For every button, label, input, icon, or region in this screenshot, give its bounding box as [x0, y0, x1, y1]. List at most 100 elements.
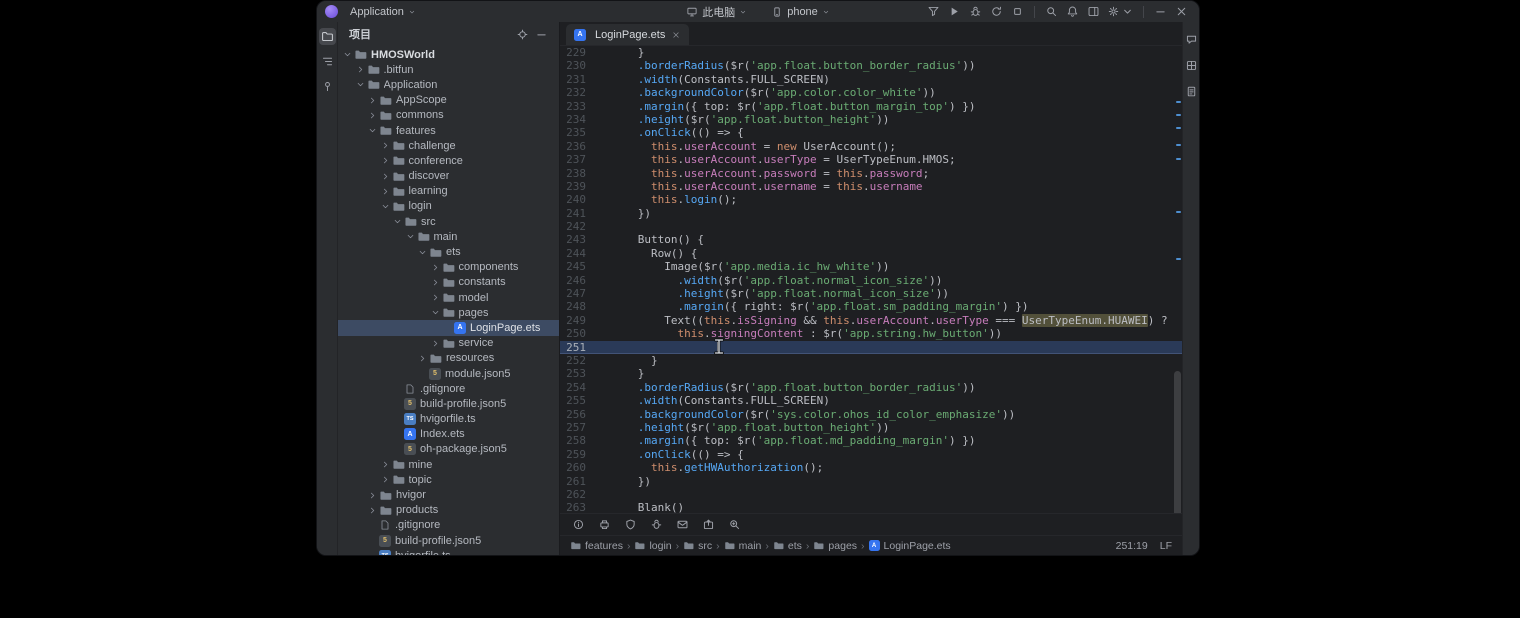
- tree-folder-hvigor[interactable]: hvigor: [338, 487, 559, 502]
- tree-folder-resources[interactable]: resources: [338, 351, 559, 366]
- code-line-247[interactable]: 247 .height($r('app.float.normal_icon_si…: [560, 287, 1182, 300]
- tree-file-build-profile-json5[interactable]: 5build-profile.json5: [338, 396, 559, 411]
- breadcrumb-file[interactable]: ALoginPage.ets: [869, 540, 951, 552]
- debug-button[interactable]: [966, 2, 985, 21]
- device-tool-button[interactable]: [1183, 57, 1200, 74]
- code-line-257[interactable]: 257 .height($r('app.float.button_height'…: [560, 421, 1182, 434]
- breadcrumb-src[interactable]: src: [683, 540, 712, 552]
- tree-chevron-icon[interactable]: [380, 138, 391, 153]
- line-number[interactable]: 233: [560, 100, 590, 113]
- export-button[interactable]: [699, 515, 718, 534]
- filter-button[interactable]: [924, 2, 943, 21]
- code-line-248[interactable]: 248 .margin({ right: $r('app.float.sm_pa…: [560, 300, 1182, 313]
- tree-folder-components[interactable]: components: [338, 260, 559, 275]
- tree-folder-pages[interactable]: pages: [338, 305, 559, 320]
- run-button[interactable]: [945, 2, 964, 21]
- tree-chevron-icon[interactable]: [367, 93, 378, 108]
- code-line-251[interactable]: 251: [560, 341, 1182, 354]
- restart-button[interactable]: [987, 2, 1006, 21]
- code-line-252[interactable]: 252 }: [560, 354, 1182, 367]
- line-number[interactable]: 246: [560, 274, 590, 287]
- code-line-241[interactable]: 241 }): [560, 207, 1182, 220]
- line-number[interactable]: 260: [560, 461, 590, 474]
- code-line-250[interactable]: 250 this.signingContent : $r('app.string…: [560, 327, 1182, 340]
- tree-folder-topic[interactable]: topic: [338, 472, 559, 487]
- code-line-233[interactable]: 233 .margin({ top: $r('app.float.button_…: [560, 100, 1182, 113]
- code-line-245[interactable]: 245 Image($r('app.media.ic_hw_white')): [560, 260, 1182, 273]
- tree-chevron-icon[interactable]: [380, 169, 391, 184]
- tree-folder-ets[interactable]: ets: [338, 244, 559, 259]
- code-line-244[interactable]: 244 Row() {: [560, 247, 1182, 260]
- line-number[interactable]: 236: [560, 140, 590, 153]
- code-line-240[interactable]: 240 this.login();: [560, 193, 1182, 206]
- tree-chevron-icon[interactable]: [355, 77, 366, 92]
- tree-file-module-json5[interactable]: 5module.json5: [338, 366, 559, 381]
- settings-button[interactable]: [1105, 2, 1136, 21]
- notifications-tool-button[interactable]: [1183, 31, 1200, 48]
- notifications-button[interactable]: [1063, 2, 1082, 21]
- line-number[interactable]: 253: [560, 367, 590, 380]
- tree-folder-conference[interactable]: conference: [338, 153, 559, 168]
- code-line-236[interactable]: 236 this.userAccount = new UserAccount()…: [560, 140, 1182, 153]
- code-line-237[interactable]: 237 this.userAccount.userType = UserType…: [560, 153, 1182, 166]
- tree-folder-constants[interactable]: constants: [338, 275, 559, 290]
- tree-chevron-icon[interactable]: [430, 260, 441, 275]
- tree-folder-hmosworld[interactable]: HMOSWorld: [338, 47, 559, 62]
- code-line-242[interactable]: 242: [560, 220, 1182, 233]
- minimize-button[interactable]: [1151, 2, 1170, 21]
- code-line-260[interactable]: 260 this.getHWAuthorization();: [560, 461, 1182, 474]
- tree-chevron-icon[interactable]: [380, 153, 391, 168]
- tree-folder-commons[interactable]: commons: [338, 108, 559, 123]
- tree-folder-learning[interactable]: learning: [338, 184, 559, 199]
- line-number[interactable]: 245: [560, 260, 590, 273]
- structure-tool-button[interactable]: [319, 53, 336, 70]
- tab-loginpage-ets[interactable]: A LoginPage.ets: [566, 24, 689, 45]
- line-number[interactable]: 248: [560, 300, 590, 313]
- tree-folder-bitfun[interactable]: .bitfun: [338, 62, 559, 77]
- code-line-232[interactable]: 232 .backgroundColor($r('app.color.color…: [560, 86, 1182, 99]
- breadcrumb-login[interactable]: login: [634, 540, 671, 552]
- code-line-261[interactable]: 261 }): [560, 475, 1182, 488]
- stop-button[interactable]: [1008, 2, 1027, 21]
- line-number[interactable]: 231: [560, 73, 590, 86]
- tree-chevron-icon[interactable]: [342, 47, 353, 62]
- line-number[interactable]: 249: [560, 314, 590, 327]
- code-editor[interactable]: 229 }230 .borderRadius($r('app.float.but…: [560, 46, 1182, 513]
- tree-chevron-icon[interactable]: [355, 62, 366, 77]
- line-number[interactable]: 263: [560, 501, 590, 513]
- line-number[interactable]: 254: [560, 381, 590, 394]
- code-line-235[interactable]: 235 .onClick(() => {: [560, 126, 1182, 139]
- line-number[interactable]: 247: [560, 287, 590, 300]
- tree-chevron-icon[interactable]: [417, 245, 428, 260]
- tree-chevron-icon[interactable]: [367, 488, 378, 503]
- code-line-234[interactable]: 234 .height($r('app.float.button_height'…: [560, 113, 1182, 126]
- security-button[interactable]: [621, 515, 640, 534]
- tree-folder-challenge[interactable]: challenge: [338, 138, 559, 153]
- line-number[interactable]: 256: [560, 408, 590, 421]
- print-button[interactable]: [595, 515, 614, 534]
- line-number[interactable]: 237: [560, 153, 590, 166]
- tree-chevron-icon[interactable]: [430, 290, 441, 305]
- tree-folder-appscope[interactable]: AppScope: [338, 93, 559, 108]
- tab-close-button[interactable]: [670, 29, 682, 41]
- line-number[interactable]: 240: [560, 193, 590, 206]
- line-number[interactable]: 242: [560, 220, 590, 233]
- tree-folder-discover[interactable]: discover: [338, 169, 559, 184]
- line-number[interactable]: 244: [560, 247, 590, 260]
- tree-folder-src[interactable]: src: [338, 214, 559, 229]
- code-line-259[interactable]: 259 .onClick(() => {: [560, 448, 1182, 461]
- caret-position[interactable]: 251:19: [1116, 540, 1148, 552]
- tree-chevron-icon[interactable]: [392, 214, 403, 229]
- zoom-button[interactable]: [725, 515, 744, 534]
- target-selector[interactable]: phone: [766, 4, 835, 20]
- tree-file-gitignore[interactable]: .gitignore: [338, 381, 559, 396]
- line-number[interactable]: 241: [560, 207, 590, 220]
- line-number[interactable]: 243: [560, 233, 590, 246]
- tree-folder-model[interactable]: model: [338, 290, 559, 305]
- line-number[interactable]: 251: [560, 341, 590, 354]
- line-number[interactable]: 238: [560, 167, 590, 180]
- line-number[interactable]: 258: [560, 434, 590, 447]
- line-number[interactable]: 235: [560, 126, 590, 139]
- tree-file-oh-package-json5[interactable]: 5oh-package.json5: [338, 442, 559, 457]
- tree-folder-main[interactable]: main: [338, 229, 559, 244]
